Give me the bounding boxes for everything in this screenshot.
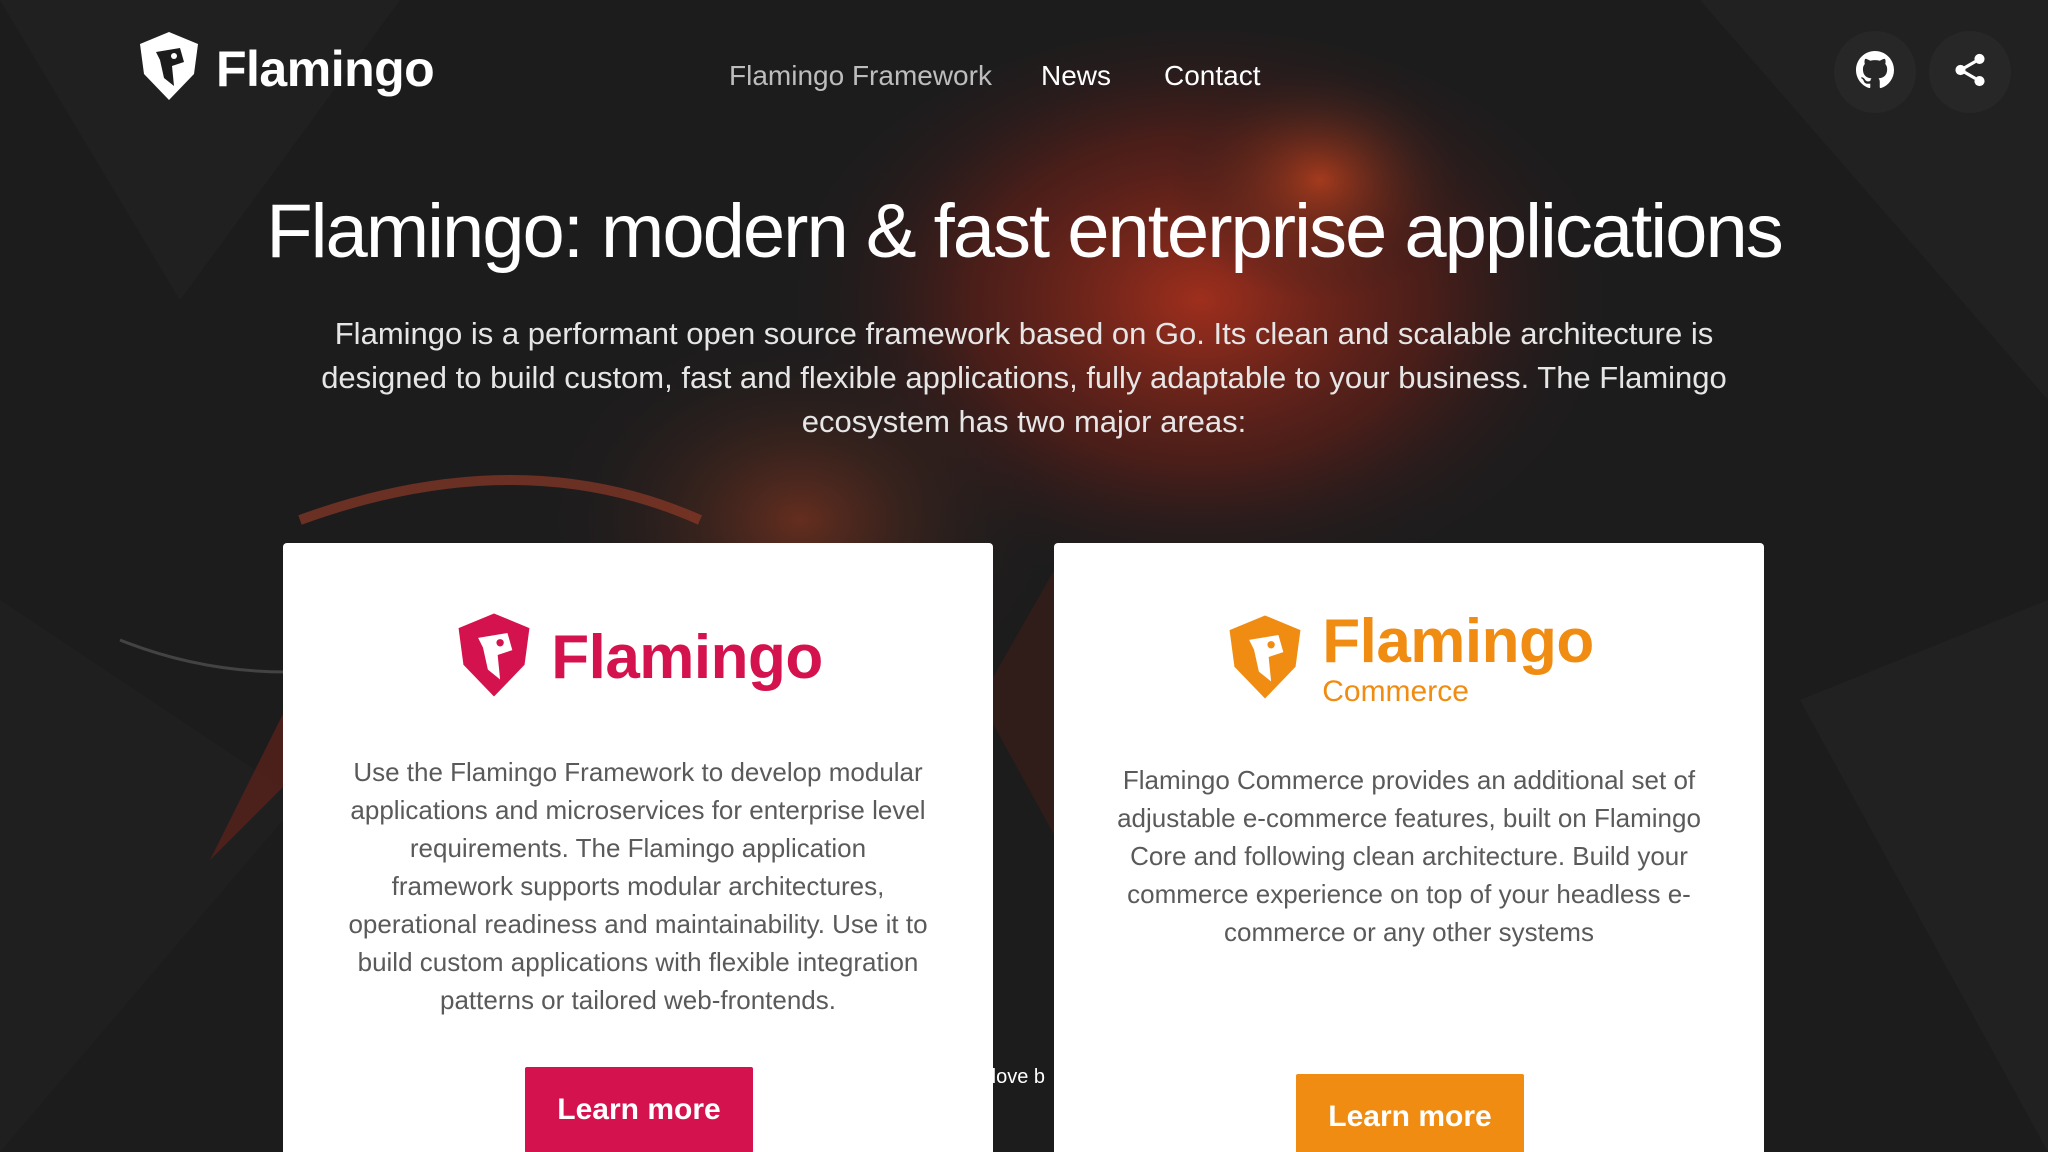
commerce-learn-more-button[interactable]: Learn more xyxy=(1296,1074,1524,1152)
nav-contact[interactable]: Contact xyxy=(1164,52,1261,100)
hero-title: Flamingo: modern & fast enterprise appli… xyxy=(266,189,1783,274)
site-header: Flamingo Flamingo Framework News Contact xyxy=(0,0,2048,150)
commerce-description: Flamingo Commerce provides an additional… xyxy=(1117,765,1701,947)
github-button[interactable] xyxy=(1834,31,1916,113)
commerce-logo-subtext: Commerce xyxy=(1322,675,1469,708)
flamingo-shield-icon xyxy=(1224,613,1306,706)
share-icon xyxy=(1951,51,1989,94)
nav-flamingo-framework[interactable]: Flamingo Framework xyxy=(729,52,992,100)
github-icon xyxy=(1856,50,1894,94)
share-button[interactable] xyxy=(1929,31,2011,113)
commerce-card: Flamingo Commerce Flamingo Commerce prov… xyxy=(1054,543,1764,1152)
main-nav: Flamingo Framework News Contact xyxy=(0,52,2048,100)
framework-card: Flamingo Use the Flamingo Framework to d… xyxy=(283,543,993,1152)
commerce-logo-text: Flamingo xyxy=(1322,607,1594,676)
nav-news[interactable]: News xyxy=(1041,52,1111,100)
framework-description: Use the Flamingo Framework to develop mo… xyxy=(348,757,928,1015)
hero-subtitle: Flamingo is a performant open source fra… xyxy=(321,316,1727,439)
flamingo-commerce-logo: Flamingo Commerce xyxy=(1054,611,1764,707)
framework-learn-more-button[interactable]: Learn more xyxy=(525,1067,753,1152)
flamingo-framework-logo: Flamingo xyxy=(283,611,993,704)
flamingo-shield-icon xyxy=(453,611,535,704)
framework-logo-text: Flamingo xyxy=(551,622,823,692)
